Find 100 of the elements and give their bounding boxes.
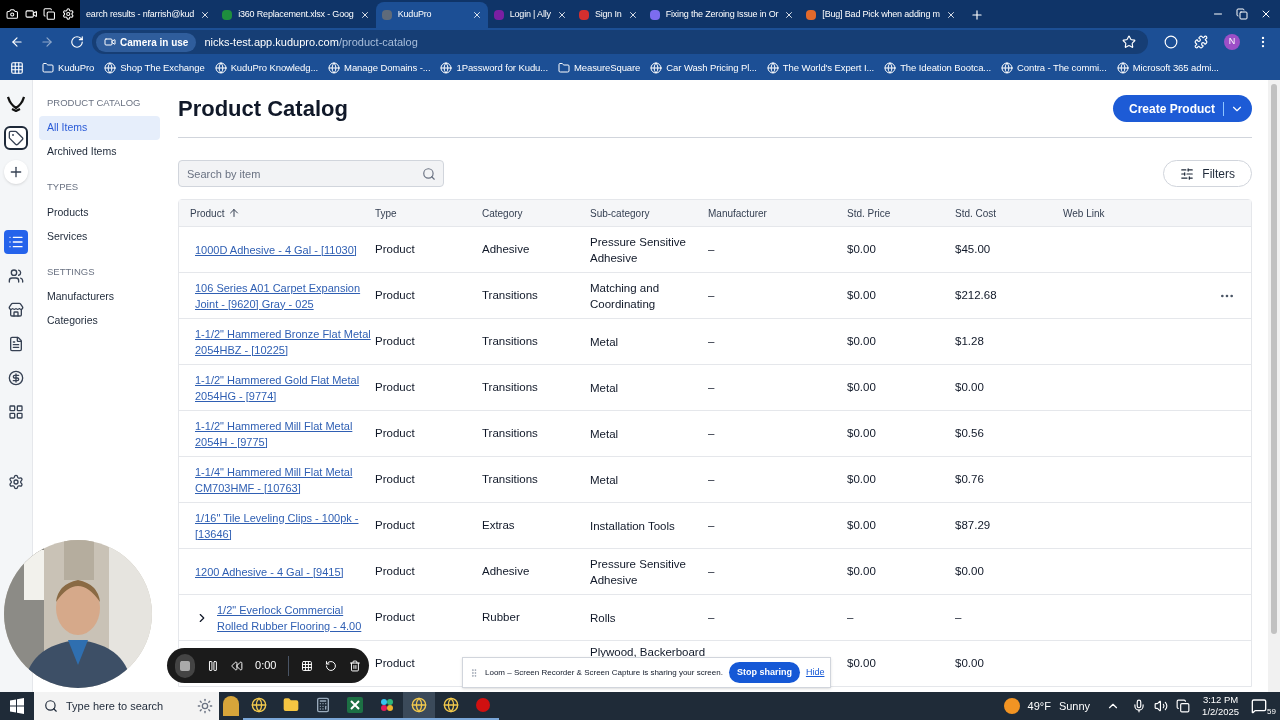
delete-icon[interactable] — [349, 658, 362, 673]
stop-recording-button[interactable] — [175, 653, 196, 678]
globe-icon[interactable] — [440, 62, 453, 74]
antler-logo-icon — [6, 96, 26, 112]
new-tab-icon[interactable] — [969, 8, 984, 22]
bookmark-link[interactable]: The Ideation Bootca... — [900, 60, 991, 76]
sidebar-item[interactable]: Services — [39, 224, 160, 249]
browser-tab[interactable]: Fixing the Zeroing Issue in Or — [643, 2, 801, 28]
bookmark-link[interactable]: Shop The Exchange — [120, 60, 205, 76]
drag-handle-icon[interactable] — [469, 667, 479, 678]
reload-icon[interactable] — [70, 35, 84, 49]
close-icon[interactable] — [200, 10, 211, 20]
settings-icon[interactable] — [61, 6, 74, 22]
globe-icon[interactable] — [328, 62, 341, 74]
taskbar-app-button[interactable] — [403, 692, 435, 720]
close-icon[interactable] — [784, 10, 795, 20]
globe-icon[interactable] — [766, 62, 779, 74]
windows-start-icon[interactable] — [9, 698, 25, 714]
table-cell-text: Transitions — [482, 471, 538, 487]
section-heading: SETTINGS — [46, 264, 96, 279]
dots-grid-icon[interactable] — [301, 658, 314, 673]
bookmark-link[interactable]: KuduPro Knowledg... — [230, 60, 319, 76]
bookmark-link[interactable]: The World's Expert I... — [782, 60, 875, 76]
folder-icon[interactable] — [557, 62, 570, 74]
rewind-icon[interactable] — [231, 658, 244, 673]
globe-icon[interactable] — [214, 62, 227, 74]
table-cell-text: Adhesive — [482, 563, 530, 579]
camera-in-use-chip[interactable]: Camera in use — [96, 32, 197, 52]
table-cell-text: Plywood, Backerboard — [590, 645, 706, 660]
volume-icon[interactable] — [1154, 699, 1169, 713]
section-heading: PRODUCT CATALOG — [46, 96, 142, 110]
product-link[interactable]: 1-1/2" Hammered Gold Flat Metal 2054HG - [9774] — [195, 371, 371, 404]
pause-icon[interactable] — [207, 658, 220, 673]
taskbar-search-field[interactable]: Type here to search — [34, 692, 219, 720]
globe-icon[interactable] — [650, 62, 663, 74]
search-field[interactable]: Search by item — [178, 160, 444, 187]
product-link[interactable]: 1-1/2" Hammered Bronze Flat Metal 2054HBZ - [10225] — [195, 325, 371, 358]
globe-icon[interactable] — [1116, 62, 1129, 74]
video-icon — [104, 36, 116, 48]
browser-tab[interactable]: Sign In — [572, 2, 644, 28]
restore-icon[interactable] — [1236, 8, 1248, 20]
column-header: Std. Price — [847, 206, 891, 221]
rail-nav-button[interactable] — [4, 126, 28, 150]
product-link[interactable]: 1-1/2" Hammered Mill Flat Metal 2054H - [9775] — [195, 417, 371, 450]
browser-tab[interactable]: Login | Ally — [487, 2, 573, 28]
bookmark-link[interactable]: KuduPro — [58, 60, 95, 76]
extensions-icon[interactable] — [1194, 35, 1208, 49]
stop-sharing-button[interactable]: Stop sharing — [728, 662, 800, 683]
globe-icon[interactable] — [1001, 62, 1013, 74]
close-icon[interactable] — [556, 10, 567, 20]
bookmark-link[interactable]: Microsoft 365 admi... — [1132, 60, 1219, 76]
notifications-icon[interactable] — [1251, 698, 1268, 714]
bookmark-star-icon[interactable] — [1122, 35, 1136, 49]
table-cell-text: – — [955, 609, 962, 625]
product-link[interactable]: 1/2" Everlock Commercial Rolled Rubber Flooring - 4.00 — [217, 601, 371, 634]
apps-icon[interactable] — [10, 61, 24, 75]
globe-icon[interactable] — [104, 62, 117, 74]
camera-icon[interactable] — [6, 6, 19, 22]
product-link[interactable]: 1000D Adhesive - 4 Gal - [11030] — [195, 241, 357, 258]
bookmark-link[interactable]: MeasureSquare — [573, 60, 641, 76]
product-link[interactable]: 1/16" Tile Leveling Clips - 100pk - [13646] — [195, 509, 371, 542]
sidebar-item[interactable]: All Items — [39, 116, 160, 141]
browser-tab[interactable]: i360 Replacement.xlsx - Goog — [216, 2, 376, 28]
product-link[interactable]: 1200 Adhesive - 4 Gal - [9415] — [195, 563, 344, 580]
browser-tab[interactable]: [Bug] Bad Pick when adding m — [800, 2, 962, 28]
table-cell-text: $0.00 — [847, 333, 876, 349]
sidebar-item[interactable]: Manufacturers — [39, 284, 160, 309]
close-icon[interactable] — [627, 10, 638, 20]
sidebar-item[interactable]: Archived Items — [39, 140, 160, 165]
bookmark-link[interactable]: Car Wash Pricing Pl... — [666, 60, 757, 76]
column-header: Sub-category — [590, 206, 650, 221]
profile-avatar[interactable]: N — [1224, 34, 1240, 50]
browser-tab[interactable]: KuduPro — [375, 2, 488, 28]
sidebar-item[interactable]: Categories — [39, 308, 160, 333]
clock-time: 3:12 PM — [1202, 694, 1239, 706]
globe-icon[interactable] — [884, 62, 897, 74]
table-cell-text: Metal — [590, 334, 619, 350]
column-header[interactable]: Product — [190, 205, 241, 221]
back-icon[interactable] — [10, 35, 24, 49]
close-icon[interactable] — [1260, 8, 1272, 20]
close-icon[interactable] — [359, 10, 370, 20]
product-link[interactable]: 1-1/4" Hammered Mill Flat Metal CM703HMF - [10763] — [195, 463, 371, 496]
close-icon[interactable] — [945, 10, 956, 20]
table-cell-text: $0.00 — [847, 379, 876, 395]
windows-icon[interactable] — [43, 6, 56, 22]
table-cell-text: $0.00 — [955, 655, 984, 671]
folder-icon[interactable] — [42, 62, 54, 74]
create-product-button[interactable]: Create Product — [1112, 95, 1252, 122]
browser-tab[interactable]: earch results - nfarrish@kud — [80, 2, 217, 28]
close-icon[interactable] — [471, 10, 482, 20]
bookmark-link[interactable]: 1Password for Kudu... — [456, 60, 548, 76]
hide-link[interactable]: Hide — [805, 665, 825, 680]
sidebar-item[interactable]: Products — [39, 200, 160, 225]
tab-title: i360 Replacement.xlsx - Goog — [238, 8, 354, 22]
product-link[interactable]: 106 Series A01 Carpet Expansion Joint - [9620] Gray - 025 — [195, 279, 371, 312]
address-bar[interactable]: Camera in use nicks-test.app.kudupro.com/product-catalog — [92, 30, 1148, 54]
restart-icon[interactable] — [325, 658, 338, 673]
microphone-icon[interactable] — [1132, 699, 1147, 713]
bookmark-link[interactable]: Manage Domains -... — [344, 60, 431, 76]
bookmark-link[interactable]: Contra - The commi... — [1017, 60, 1107, 76]
